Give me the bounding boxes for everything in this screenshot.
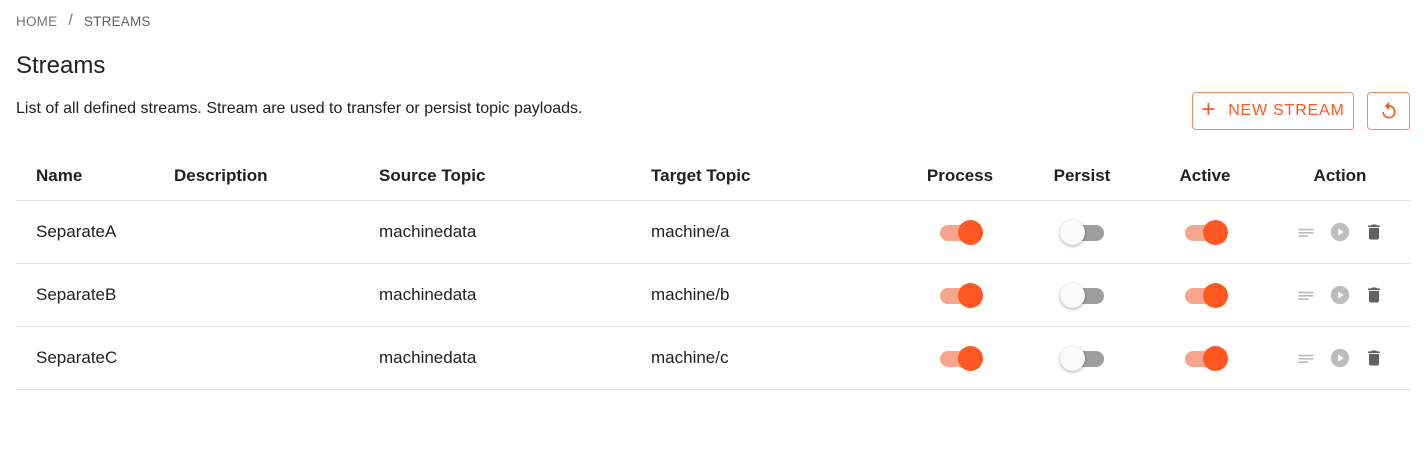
- process-toggle[interactable]: [938, 346, 983, 371]
- page-title: Streams: [16, 52, 106, 79]
- header-action: Action: [1313, 166, 1367, 185]
- view-log-icon[interactable]: [1294, 220, 1318, 244]
- active-toggle[interactable]: [1183, 346, 1228, 371]
- play-icon[interactable]: [1328, 346, 1352, 370]
- view-log-icon[interactable]: [1294, 346, 1318, 370]
- page-description: List of all defined streams. Stream are …: [16, 100, 583, 117]
- header-active[interactable]: Active: [1147, 152, 1263, 200]
- header-process[interactable]: Process: [902, 152, 1018, 200]
- table-row[interactable]: SeparateA machinedata machine/a: [16, 201, 1410, 264]
- stream-name: SeparateB: [36, 285, 117, 304]
- new-stream-button[interactable]: + NEW STREAM: [1192, 92, 1354, 130]
- header-source-topic[interactable]: Source Topic: [379, 152, 485, 200]
- table-header-row: Name Description Source Topic Target Top…: [16, 152, 1410, 201]
- delete-icon[interactable]: [1362, 220, 1386, 244]
- stream-source-topic: machinedata: [379, 348, 477, 367]
- header-target-topic[interactable]: Target Topic: [651, 152, 751, 200]
- stream-target-topic: machine/b: [651, 285, 730, 304]
- process-toggle[interactable]: [938, 283, 983, 308]
- refresh-icon: [1379, 101, 1399, 121]
- stream-name: SeparateC: [36, 348, 118, 367]
- delete-icon[interactable]: [1362, 346, 1386, 370]
- table-row[interactable]: SeparateC machinedata machine/c: [16, 327, 1410, 390]
- new-stream-label: NEW STREAM: [1228, 102, 1345, 119]
- play-icon[interactable]: [1328, 283, 1352, 307]
- active-toggle[interactable]: [1183, 283, 1228, 308]
- header-persist[interactable]: Persist: [1024, 152, 1140, 200]
- stream-name: SeparateA: [36, 222, 117, 241]
- plus-icon: +: [1201, 96, 1217, 123]
- persist-toggle[interactable]: [1060, 220, 1104, 245]
- play-icon[interactable]: [1328, 220, 1352, 244]
- stream-target-topic: machine/a: [651, 222, 730, 241]
- header-name[interactable]: Name: [36, 152, 82, 200]
- persist-toggle[interactable]: [1060, 283, 1104, 308]
- streams-table: Name Description Source Topic Target Top…: [16, 152, 1410, 390]
- stream-source-topic: machinedata: [379, 222, 477, 241]
- stream-source-topic: machinedata: [379, 285, 477, 304]
- delete-icon[interactable]: [1362, 283, 1386, 307]
- stream-target-topic: machine/c: [651, 348, 729, 367]
- breadcrumb: HOME / STREAMS: [16, 12, 151, 30]
- active-toggle[interactable]: [1183, 220, 1228, 245]
- persist-toggle[interactable]: [1060, 346, 1104, 371]
- process-toggle[interactable]: [938, 220, 983, 245]
- refresh-button[interactable]: [1367, 92, 1410, 130]
- view-log-icon[interactable]: [1294, 283, 1318, 307]
- breadcrumb-home[interactable]: HOME: [16, 14, 57, 29]
- header-description[interactable]: Description: [174, 152, 268, 200]
- table-row[interactable]: SeparateB machinedata machine/b: [16, 264, 1410, 327]
- breadcrumb-separator: /: [68, 12, 73, 29]
- breadcrumb-current: STREAMS: [83, 13, 151, 29]
